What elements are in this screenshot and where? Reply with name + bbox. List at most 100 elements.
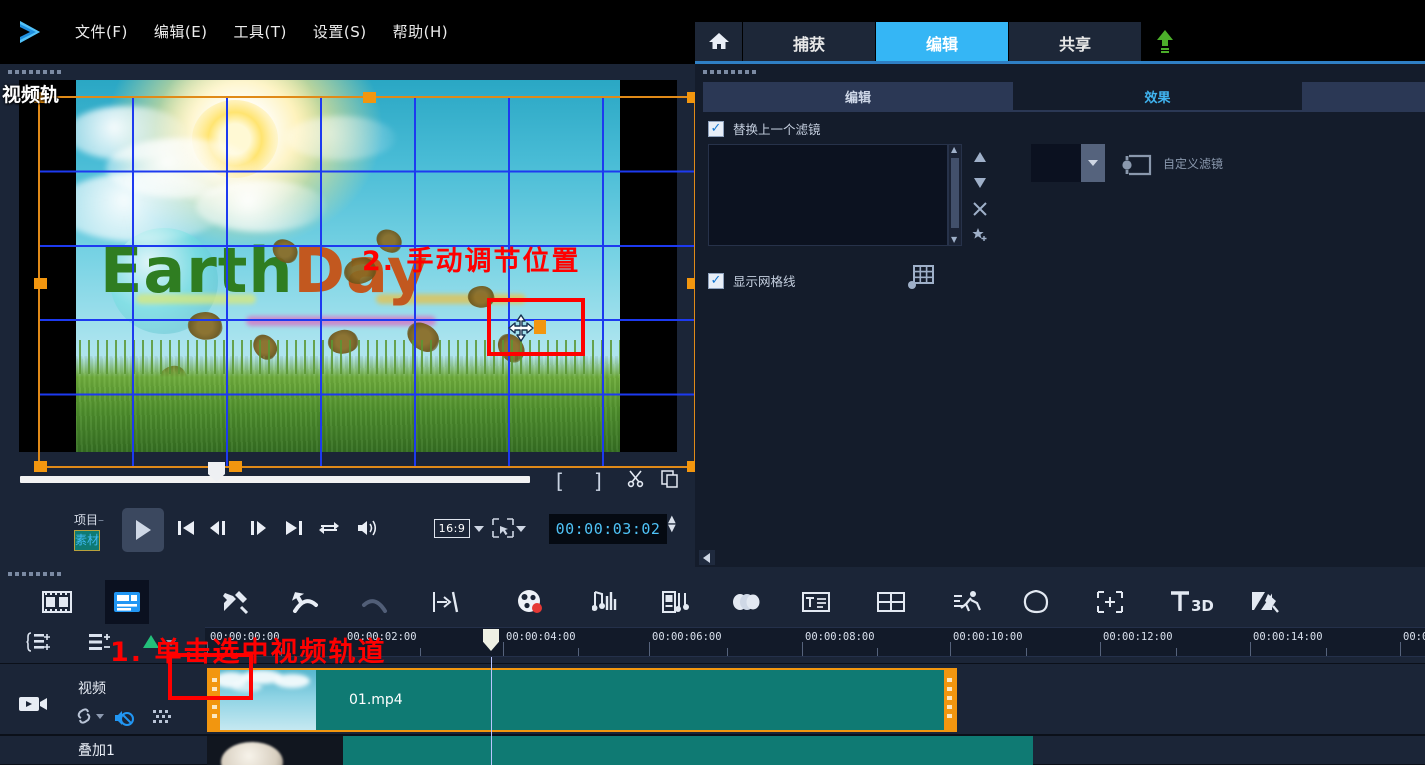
scroll-down-icon[interactable]: ▼	[951, 236, 957, 244]
tab-edit-options[interactable]: 编辑	[703, 82, 1013, 110]
custom-filter-button[interactable]	[1119, 152, 1153, 182]
subtitle-editor-button[interactable]	[654, 580, 698, 624]
mark-out-button[interactable]: ]	[594, 469, 602, 493]
menu-bar: 文件(F) 编辑(E) 工具(T) 设置(S) 帮助(H)	[0, 0, 695, 64]
volume-button[interactable]	[356, 518, 378, 542]
crop-region-button[interactable]	[492, 518, 514, 543]
app-logo-icon[interactable]	[0, 0, 62, 64]
timeline-clip-overlay[interactable]	[207, 736, 1033, 765]
track-mix-button[interactable]	[152, 708, 174, 726]
undo-button[interactable]	[283, 580, 327, 624]
scrollbar-thumb[interactable]	[951, 158, 959, 228]
mark-in-button[interactable]: [	[556, 469, 564, 493]
clip-trim-handle-right[interactable]	[944, 670, 955, 730]
filter-preset-dropdown[interactable]	[1081, 144, 1105, 182]
tab-third-options[interactable]	[1302, 82, 1425, 110]
options-panel-scrollbar[interactable]	[695, 549, 1425, 567]
timecode-display[interactable]: 00:00:03:02	[549, 514, 667, 544]
spinner-down-icon[interactable]: ▼	[668, 524, 676, 534]
split-clip-button[interactable]	[626, 469, 646, 494]
track-manager-button[interactable]	[26, 631, 50, 657]
ruler-tick	[1026, 648, 1027, 656]
source-project-label[interactable]: 项目	[74, 513, 98, 527]
timeline-clip-video[interactable]: 01.mp4	[207, 668, 957, 732]
tab-share[interactable]: 共享	[1009, 22, 1142, 64]
timeline-playhead-marker[interactable]	[483, 629, 499, 651]
home-button[interactable]	[695, 22, 743, 64]
menu-help[interactable]: 帮助(H)	[380, 0, 461, 64]
source-toggle[interactable]: 项目– 素材–	[74, 511, 105, 551]
timeline-view-button[interactable]	[105, 580, 149, 624]
transport-controls: 项目– 素材–	[0, 504, 695, 564]
filter-order-buttons	[967, 144, 993, 248]
tab-effect-options[interactable]: 效果	[1015, 82, 1300, 110]
ripple-edit-button[interactable]	[423, 580, 467, 624]
transition-button[interactable]	[724, 580, 768, 624]
redo-button[interactable]	[353, 580, 397, 624]
loop-button[interactable]	[318, 518, 340, 542]
menu-file[interactable]: 文件(F)	[62, 0, 141, 64]
timeline-panel: 3D 00:00:00:00 00:00:02:00 00:00:04:00 0…	[0, 567, 1425, 765]
timeline-track-overlay[interactable]: 叠加1	[0, 735, 1425, 765]
preview-panel-grip[interactable]	[0, 64, 695, 74]
mix-tools-button[interactable]	[213, 580, 257, 624]
resize-handle-ml[interactable]	[34, 278, 47, 289]
title-3d-button[interactable]: 3D	[1163, 580, 1219, 624]
paint-creator-button[interactable]	[1243, 580, 1287, 624]
green-upload-arrow-icon	[1155, 29, 1175, 57]
dash-1: –	[98, 513, 105, 527]
grass-graphic	[76, 340, 620, 452]
skip-end-button[interactable]	[284, 518, 304, 542]
source-clip-label[interactable]: 素材	[74, 530, 101, 551]
grid-settings-button[interactable]	[907, 264, 935, 294]
filter-list-scrollbar[interactable]: ▲ ▼	[948, 144, 962, 246]
chevron-down-icon	[516, 526, 526, 532]
menu-tools[interactable]: 工具(T)	[221, 0, 300, 64]
show-grid-checkbox[interactable]: ✓	[708, 272, 724, 289]
mask-creator-button[interactable]	[1088, 580, 1132, 624]
capture-snapshot-button[interactable]	[660, 469, 680, 494]
crop-region-dropdown[interactable]	[516, 526, 526, 532]
title-button[interactable]	[794, 580, 838, 624]
play-button[interactable]	[122, 508, 164, 552]
replace-last-filter-row[interactable]: ✓ 替换上一个滤镜	[708, 119, 821, 138]
options-panel-grip[interactable]	[695, 64, 1425, 74]
freeze-shape-button[interactable]	[1014, 580, 1058, 624]
audio-mixer-button[interactable]	[584, 580, 628, 624]
delete-filter-button[interactable]	[967, 196, 993, 222]
timecode-spinner[interactable]: ▲ ▼	[668, 515, 676, 534]
tab-capture[interactable]: 捕获	[743, 22, 876, 64]
move-cursor-icon	[508, 314, 534, 346]
menu-edit[interactable]: 编辑(E)	[141, 0, 221, 64]
menu-settings[interactable]: 设置(S)	[300, 0, 380, 64]
aspect-ratio-value[interactable]: 16:9	[434, 519, 470, 538]
tab-edit[interactable]: 编辑	[876, 22, 1009, 64]
replace-last-filter-checkbox[interactable]: ✓	[708, 120, 724, 137]
scrub-track[interactable]	[20, 476, 530, 483]
track-link-button[interactable]	[75, 708, 93, 724]
filter-list-box[interactable]	[708, 144, 948, 246]
add-track-button[interactable]	[88, 631, 112, 657]
show-grid-row[interactable]: ✓ 显示网格线	[708, 271, 796, 290]
step-back-button[interactable]	[209, 518, 231, 542]
track-header-overlay[interactable]: 叠加1	[0, 736, 205, 764]
move-up-button[interactable]	[967, 144, 993, 170]
upload-button[interactable]	[1142, 22, 1188, 64]
add-preset-button[interactable]	[967, 222, 993, 248]
timeline-grip[interactable]	[0, 567, 1425, 576]
record-capture-button[interactable]	[508, 580, 552, 624]
track-link-dropdown-icon[interactable]	[96, 714, 104, 719]
step-forward-button[interactable]	[246, 518, 268, 542]
scroll-left-button[interactable]	[699, 550, 715, 565]
track-mute-button[interactable]	[113, 708, 135, 728]
scroll-up-icon[interactable]: ▲	[951, 146, 957, 154]
multi-trim-button[interactable]	[869, 580, 913, 624]
storyboard-view-button[interactable]	[35, 580, 79, 624]
motion-tracking-button[interactable]	[946, 580, 990, 624]
clip-label-video: 01.mp4	[349, 692, 403, 708]
filter-preview-swatch[interactable]	[1031, 144, 1081, 182]
annotation-step-2-text: 2. 手动调节位置	[362, 246, 581, 277]
move-down-button[interactable]	[967, 170, 993, 196]
aspect-ratio-dropdown[interactable]	[474, 526, 484, 532]
skip-start-button[interactable]	[176, 518, 196, 542]
